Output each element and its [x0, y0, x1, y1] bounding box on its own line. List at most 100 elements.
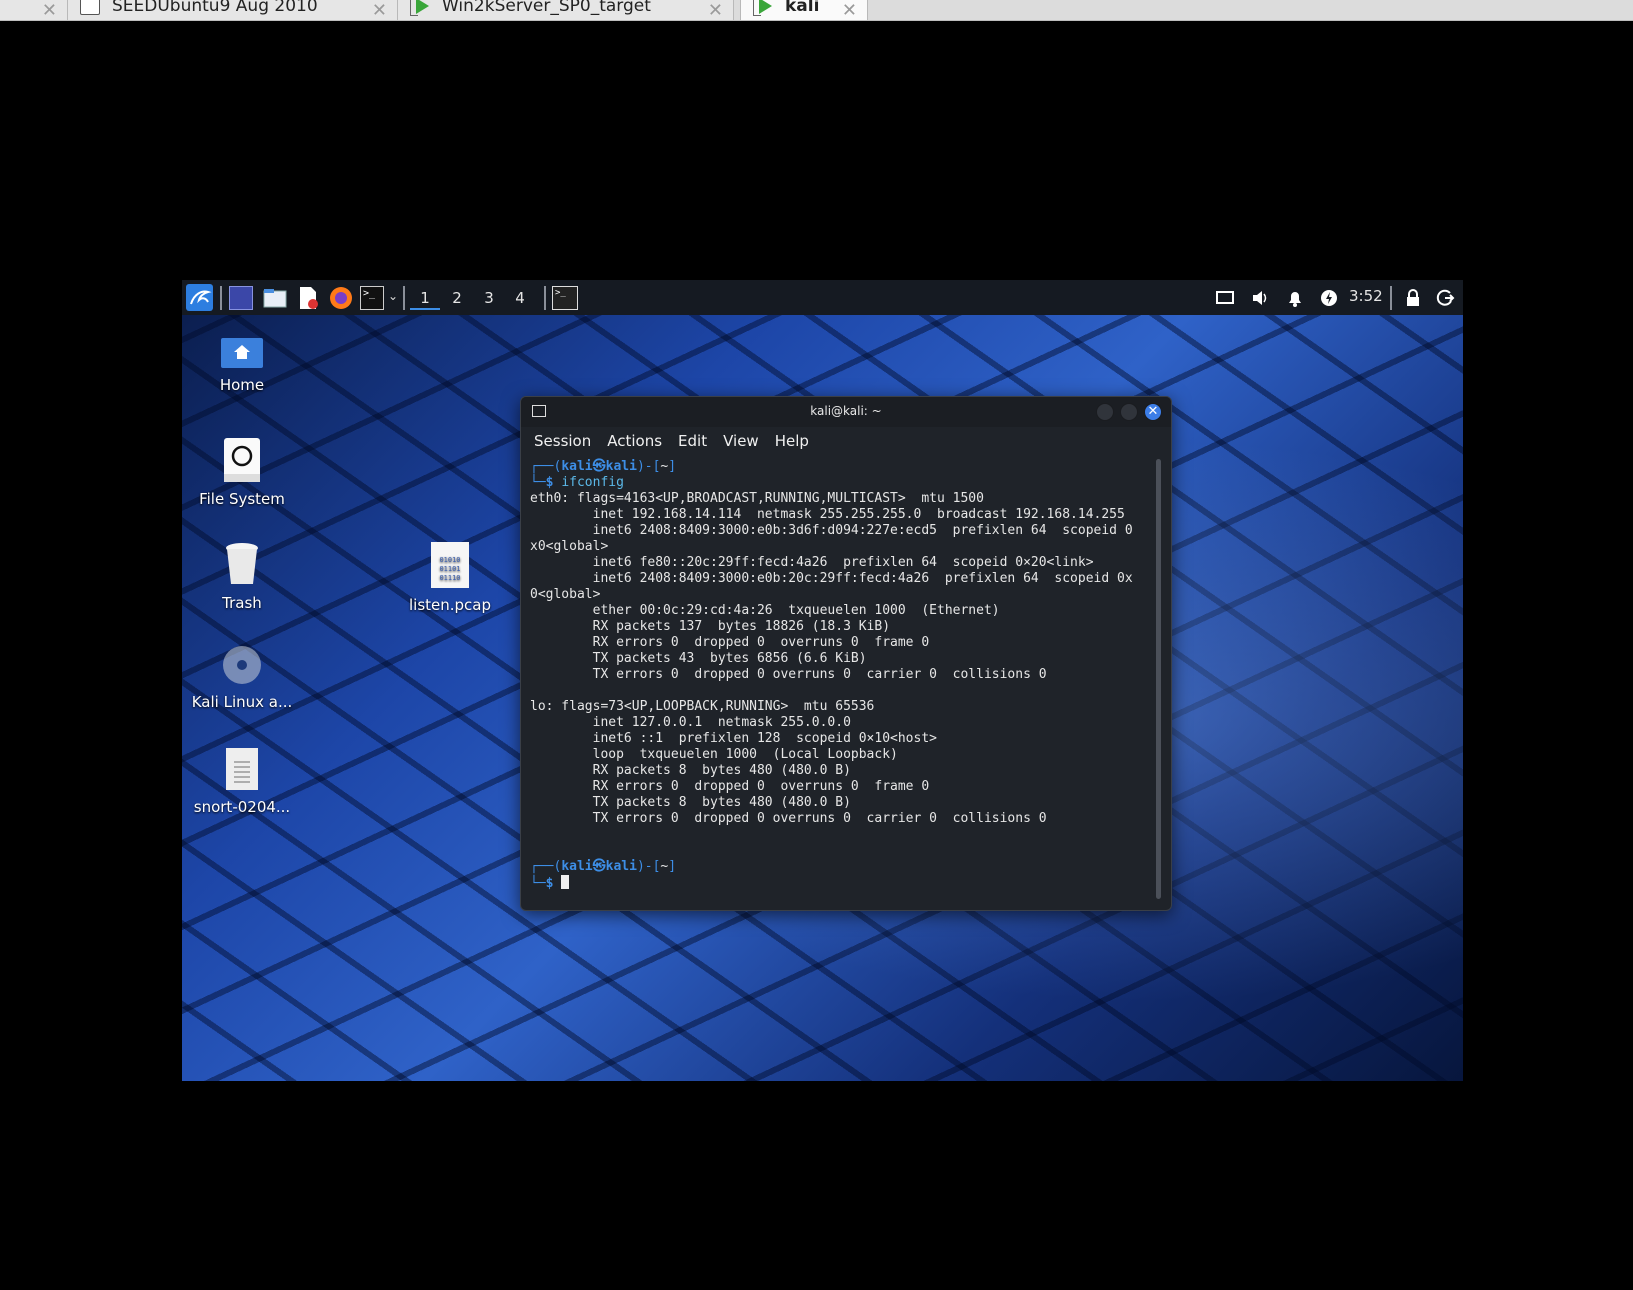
lock-screen-icon[interactable] [1403, 288, 1423, 308]
workspace-3[interactable]: 3 [474, 286, 504, 310]
output-line: x0<global> [530, 539, 609, 554]
close-icon[interactable]: ✕ [372, 0, 387, 20]
terminal-menubar: Session Actions Edit View Help [521, 427, 1171, 455]
minimize-button[interactable] [1096, 403, 1114, 421]
output-line: eth0: flags=4163<UP,BROADCAST,RUNNING,MU… [530, 491, 984, 506]
workspace-1[interactable]: 1 [410, 286, 440, 310]
maximize-button[interactable] [1120, 403, 1138, 421]
volume-icon[interactable] [1250, 288, 1270, 308]
text-editor-icon[interactable] [296, 286, 320, 310]
firefox-icon[interactable] [329, 286, 353, 310]
close-icon[interactable]: ✕ [708, 0, 723, 20]
output-line: lo: flags=73<UP,LOOPBACK,RUNNING> mtu 65… [530, 699, 875, 714]
close-button[interactable]: ✕ [1144, 403, 1162, 421]
host-tab-label: Win2kServer_SP0_target [442, 0, 651, 16]
desktop-icon-listen-pcap[interactable]: 01010 01101 01110 listen.pcap [390, 542, 510, 614]
text-file-icon [226, 748, 258, 790]
desktop-icon-label: Kali Linux a... [191, 693, 293, 711]
top-panel: >_ ⌄ 1 2 3 4 >_ 3:52 [182, 280, 1463, 315]
close-icon[interactable]: ✕ [42, 0, 57, 20]
show-desktop-icon[interactable] [229, 286, 253, 310]
host-tab-partial[interactable]: ✕ [0, 0, 68, 20]
host-tab-label: SEEDUbuntu9 Aug 2010 [112, 0, 318, 16]
output-line: inet6 ::1 prefixlen 128 scopeid 0×10<hos… [530, 731, 937, 746]
terminal-title: kali@kali: ~ [810, 404, 882, 418]
trash-icon [224, 542, 260, 586]
input-line: └─$ [530, 875, 1171, 892]
output-line: inet6 2408:8409:3000:e0b:20c:29ff:fecd:4… [530, 571, 1133, 586]
logout-icon[interactable] [1435, 288, 1455, 308]
running-vm-icon [753, 0, 773, 16]
desktop-icon-label: listen.pcap [408, 596, 492, 614]
running-vm-icon [410, 0, 430, 16]
vm-screen[interactable]: >_ ⌄ 1 2 3 4 >_ 3:52 Home File System Tr… [182, 280, 1463, 1081]
desktop-icon-label: File System [199, 490, 285, 508]
output-line: TX packets 43 bytes 6856 (6.6 KiB) [530, 651, 867, 666]
host-tab-kali[interactable]: kali ✕ [740, 0, 868, 20]
text-cursor[interactable] [561, 875, 570, 889]
display-icon[interactable] [1215, 288, 1235, 308]
output-line: 0<global> [530, 587, 601, 602]
close-icon[interactable]: ✕ [842, 0, 857, 20]
notification-bell-icon[interactable] [1285, 288, 1305, 308]
panel-separator [220, 286, 222, 310]
chevron-down-icon[interactable]: ⌄ [388, 289, 398, 303]
panel-separator [544, 286, 546, 310]
menu-actions[interactable]: Actions [607, 432, 662, 450]
output-line: RX errors 0 dropped 0 overruns 0 frame 0 [530, 635, 930, 650]
output-line: inet 192.168.14.114 netmask 255.255.255.… [530, 507, 1125, 522]
desktop-icon-file-system[interactable]: File System [182, 438, 302, 508]
menu-help[interactable]: Help [775, 432, 809, 450]
host-tab-strip: ✕ SEEDUbuntu9 Aug 2010 ✕ Win2kServer_SP0… [0, 0, 1633, 21]
output-line: TX errors 0 dropped 0 overruns 0 carrier… [530, 667, 1047, 682]
desktop-icon-home[interactable]: Home [182, 338, 302, 394]
svg-text:01010: 01010 [439, 556, 460, 564]
host-tab-label: kali [785, 0, 820, 16]
desktop-icon-kali-disc[interactable]: Kali Linux a... [182, 645, 302, 711]
output-line: ether 00:0c:29:cd:4a:26 txqueuelen 1000 … [530, 603, 1000, 618]
output-line: inet6 2408:8409:3000:e0b:3d6f:d094:227e:… [530, 523, 1133, 538]
prompt-line: ┌──(kali㉿kali)-[~] [530, 459, 677, 474]
file-manager-icon[interactable] [263, 286, 287, 310]
disc-icon [222, 645, 262, 685]
command-output: eth0: flags=4163<UP,BROADCAST,RUNNING,MU… [530, 491, 1171, 859]
kali-menu-icon[interactable] [186, 284, 213, 311]
prompt-dir: ~ [660, 859, 669, 874]
output-line: inet6 fe80::20c:29ff:fecd:4a26 prefixlen… [530, 555, 1094, 570]
power-status-icon[interactable] [1319, 288, 1339, 308]
menu-view[interactable]: View [723, 432, 759, 450]
terminal-icon[interactable]: >_ [360, 286, 384, 310]
prompt-line: ┌──(kali㉿kali)-[~] [530, 859, 677, 874]
menu-edit[interactable]: Edit [678, 432, 707, 450]
taskbar-terminal-button[interactable]: >_ [552, 286, 578, 310]
prompt-user: kali㉿kali [561, 459, 637, 474]
terminal-window[interactable]: kali@kali: ~ ✕ Session Actions Edit View… [520, 396, 1172, 911]
prompt-user: kali㉿kali [561, 859, 637, 874]
menu-session[interactable]: Session [534, 432, 591, 450]
desktop-icon-snort[interactable]: snort-0204... [182, 748, 302, 816]
desktop-icon-label: Home [219, 376, 265, 394]
output-line: TX packets 8 bytes 480 (480.0 B) [530, 795, 851, 810]
host-tab-win2kserver[interactable]: Win2kServer_SP0_target ✕ [398, 0, 734, 20]
host-tab-seedubuntu[interactable]: SEEDUbuntu9 Aug 2010 ✕ [68, 0, 398, 20]
workspace-4[interactable]: 4 [505, 286, 535, 310]
drive-icon [224, 438, 260, 482]
command-line: └─$ ifconfig [530, 475, 624, 490]
prompt-dir: ~ [660, 459, 669, 474]
desktop-icon-label: snort-0204... [193, 798, 291, 816]
terminal-scrollbar[interactable] [1156, 459, 1161, 899]
output-line: loop txqueuelen 1000 (Local Loopback) [530, 747, 898, 762]
workspace-2[interactable]: 2 [442, 286, 472, 310]
desktop-icon-trash[interactable]: Trash [182, 542, 302, 612]
svg-text:01110: 01110 [439, 574, 460, 582]
terminal-body[interactable]: ┌──(kali㉿kali)-[~] └─$ ifconfig eth0: flag… [521, 455, 1171, 910]
panel-clock[interactable]: 3:52 [1349, 287, 1383, 305]
output-line: RX packets 137 bytes 18826 (18.3 KiB) [530, 619, 891, 634]
terminal-titlebar[interactable]: kali@kali: ~ ✕ [521, 397, 1171, 427]
output-line: TX errors 0 dropped 0 overruns 0 carrier… [530, 811, 1047, 826]
command-text: ifconfig [561, 475, 624, 490]
output-line: RX packets 8 bytes 480 (480.0 B) [530, 763, 851, 778]
